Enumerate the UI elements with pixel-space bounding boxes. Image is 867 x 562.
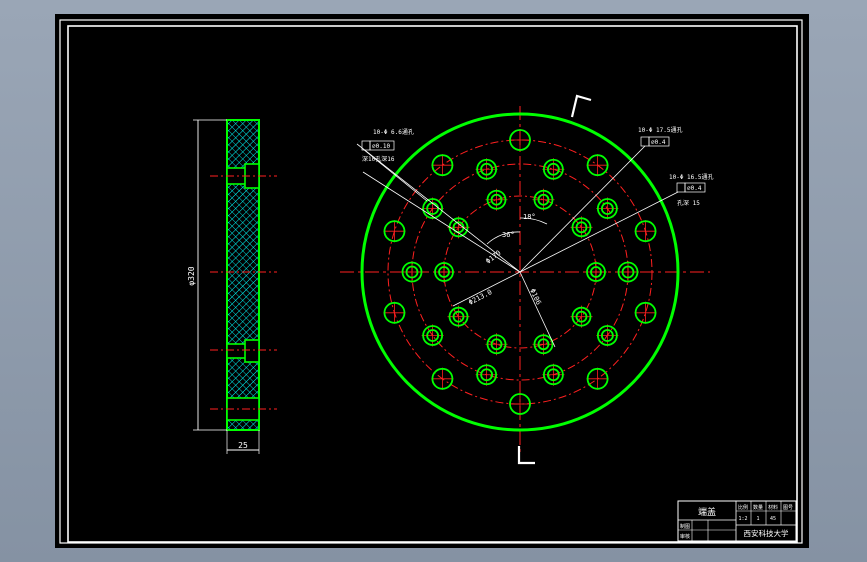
- middle-hole-5: [542, 363, 565, 386]
- inner-hole-5: [532, 333, 555, 356]
- section-marker-top: [570, 94, 592, 118]
- note-tr1-line1: 10-Φ 17.5通孔: [638, 126, 683, 134]
- inner-hole-10: [485, 188, 508, 211]
- title-header-2: 材料: [768, 504, 778, 511]
- dim-label-d106: Φ106: [528, 287, 542, 306]
- outer-hole-10: [431, 154, 454, 177]
- note-left-line1: 10-Φ 6.6通孔: [373, 128, 414, 136]
- middle-hole-7: [421, 324, 444, 347]
- width-dim-text: 25: [238, 441, 248, 450]
- cad-drawing-canvas[interactable]: φ320 25 18° 36° Φ170 Φ213.0 Φ106 10-Φ 6.…: [55, 14, 809, 548]
- outer-hole-7: [431, 367, 454, 390]
- inner-hole-4: [570, 305, 593, 328]
- outer-hole-2: [586, 154, 609, 177]
- title-header-3: 图号: [783, 505, 793, 511]
- outer-hole-6: [509, 393, 531, 415]
- title-row-label-1: 审核: [680, 533, 690, 540]
- note-tr2-line2: 孔深 15: [677, 199, 700, 207]
- title-block: 端盖 比例 数量 材料 图号 1:2 1 45 制图 审核 西安科技大学: [677, 500, 797, 542]
- outer-hole-1: [509, 129, 531, 151]
- note-tr2-tol: ⌀0.4: [687, 185, 702, 192]
- dim-line-d106: [519, 271, 556, 348]
- note-tr2-line1: 10-Φ 16.5通孔: [669, 173, 714, 181]
- outer-hole-8: [383, 301, 406, 324]
- title-header-1: 数量: [753, 504, 763, 511]
- sheet-inner-border: [67, 25, 798, 543]
- note-left-tol: ⌀0.10: [372, 143, 390, 150]
- title-school: 西安科技大学: [744, 528, 789, 538]
- inner-hole-3: [585, 261, 607, 283]
- note-left-line2: 深10孔深16: [362, 155, 395, 163]
- outer-hole-3: [634, 220, 657, 243]
- side-hole-lower-step: [244, 339, 260, 363]
- middle-hole-8: [401, 261, 423, 283]
- note-tr2-tol-box: [676, 182, 686, 193]
- title-header-0: 比例: [738, 504, 748, 511]
- angle-label-18: 18°: [523, 213, 536, 221]
- note-tr1-tol: ⌀0.4: [651, 139, 666, 146]
- dim-label-d213: Φ213.0: [467, 288, 493, 307]
- middle-hole-10: [475, 158, 498, 181]
- title-part-name: 端盖: [698, 506, 716, 518]
- sheet-outer-border: [59, 19, 803, 544]
- outer-hole-5: [586, 367, 609, 390]
- note-tr1-tol-box: [640, 136, 650, 147]
- front-view: 18° 36° Φ170 Φ213.0 Φ106 10-Φ 6.6通孔 ⌀0.1…: [340, 94, 714, 465]
- middle-hole-4: [596, 324, 619, 347]
- middle-hole-6: [475, 363, 498, 386]
- application-window: φ320 25 18° 36° Φ170 Φ213.0 Φ106 10-Φ 6.…: [0, 0, 867, 562]
- inner-hole-8: [433, 261, 455, 283]
- height-dim-text: φ320: [187, 266, 196, 285]
- title-value-2: 45: [770, 516, 776, 522]
- angle-label-36: 36°: [502, 231, 515, 239]
- inner-hole-9: [447, 216, 470, 239]
- inner-hole-7: [447, 305, 470, 328]
- side-view: φ320 25: [187, 119, 277, 454]
- title-value-1: 1: [756, 516, 759, 522]
- middle-hole-3: [617, 261, 639, 283]
- inner-hole-6: [485, 333, 508, 356]
- middle-hole-1: [542, 158, 565, 181]
- drawing-sheet: φ320 25 18° 36° Φ170 Φ213.0 Φ106 10-Φ 6.…: [55, 14, 809, 548]
- section-marker-bottom: [517, 446, 535, 465]
- outer-hole-9: [383, 220, 406, 243]
- outer-hole-4: [634, 301, 657, 324]
- inner-hole-2: [570, 216, 593, 239]
- middle-hole-2: [596, 197, 619, 220]
- title-value-0: 1:2: [738, 516, 747, 522]
- inner-hole-1: [532, 188, 555, 211]
- title-row-label-0: 制图: [680, 523, 690, 530]
